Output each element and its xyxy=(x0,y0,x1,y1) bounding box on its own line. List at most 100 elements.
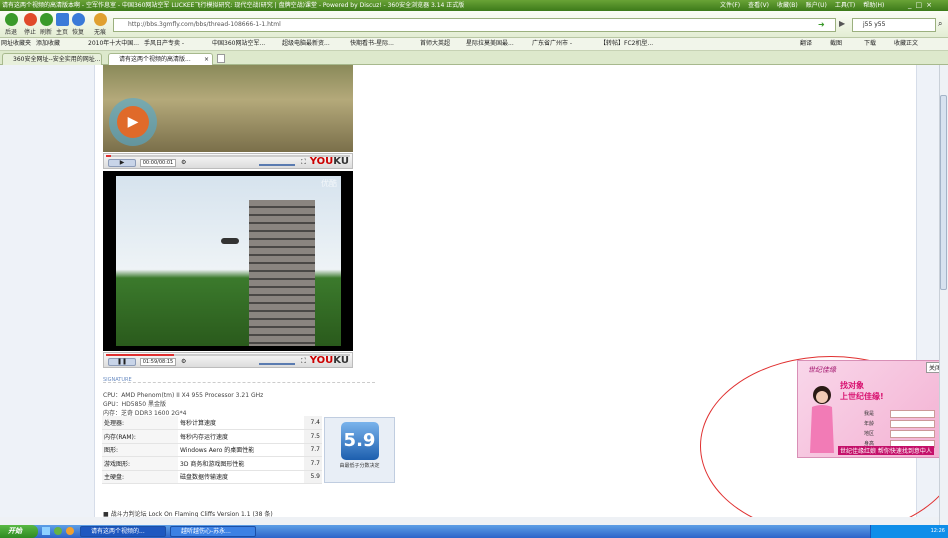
maximize-button[interactable]: □ xyxy=(916,0,923,11)
clock[interactable]: 12:26 xyxy=(931,528,945,534)
close-tab-icon[interactable]: × xyxy=(204,54,209,65)
restore-label: 恢复 xyxy=(71,29,84,36)
back-arrow-icon xyxy=(4,13,18,26)
incognito-button[interactable]: 无痕 xyxy=(90,13,110,36)
restore-icon xyxy=(71,13,85,26)
fav-item[interactable]: 超级电脑最新资... xyxy=(282,38,330,50)
desc-cell: 每秒内存运行速度 xyxy=(178,429,304,444)
go-icon[interactable]: ➜ xyxy=(818,20,825,29)
table-row: 图形: Windows Aero 的桌面性能 7.7 xyxy=(102,443,322,457)
fav-item[interactable]: 【转帖】FC2机型... xyxy=(600,38,653,50)
ad-gender-select[interactable] xyxy=(890,410,935,418)
address-bar[interactable]: http://bbs.3gmfly.com/bbs/thread-108666-… xyxy=(113,18,836,32)
ad-age-select[interactable] xyxy=(890,420,935,428)
incognito-icon xyxy=(93,13,107,26)
ad-region-select[interactable] xyxy=(890,430,935,438)
base-score-box: 5.9 由最低子分数决定 xyxy=(324,417,395,483)
scrollbar-thumb[interactable] xyxy=(940,95,947,290)
horizontal-scrollbar[interactable] xyxy=(0,517,939,525)
fullscreen-icon-2[interactable]: ⛶ xyxy=(301,357,306,366)
quicklaunch-desktop-icon[interactable] xyxy=(42,527,50,535)
menu-favorites[interactable]: 收藏(B) xyxy=(777,0,798,11)
component-cell: 游戏图形: xyxy=(102,456,178,471)
fullscreen-icon-1[interactable]: ⛶ xyxy=(301,158,306,167)
spec-cpu: CPU：AMD Phenom(tm) II X4 955 Processor 3… xyxy=(103,392,264,399)
fav-item[interactable]: 2010年十大中国... xyxy=(88,38,139,50)
fav-item[interactable]: 快期看书-星际... xyxy=(350,38,394,50)
volume-slider-2[interactable] xyxy=(259,359,295,365)
component-cell: 主硬盘: xyxy=(102,470,178,484)
logo-main: YOU xyxy=(309,355,334,366)
menu-tools[interactable]: 工具(T) xyxy=(835,0,855,11)
fav-item[interactable]: 广东省广州市 - xyxy=(532,38,572,50)
task-music[interactable]: 越听越伤心-苏永... xyxy=(170,526,256,537)
popup-ad[interactable]: 关闭 世纪佳缘 找对象 上世纪佳缘! 我是 年龄 地区 身高 世纪佳缘红娘 帮你… xyxy=(797,360,946,458)
menu-help[interactable]: 帮助(H) xyxy=(863,0,884,11)
score-cell: 7.4 xyxy=(304,416,322,430)
ad-form-fields xyxy=(890,410,935,448)
start-button[interactable]: 开始 xyxy=(0,525,38,538)
table-row: 内存(RAM): 每秒内存运行速度 7.5 xyxy=(102,429,322,444)
video-play-overlay[interactable]: ▶ xyxy=(109,98,157,146)
fav-item[interactable]: 网址收藏夹 xyxy=(1,38,31,50)
component-cell: 图形: xyxy=(102,443,178,457)
ad-model-image xyxy=(810,386,834,453)
taskbar: 开始 请有这两个视频的... 越听越伤心-苏永... 12:26 xyxy=(0,525,948,538)
save-text-button[interactable]: 收藏正文 xyxy=(894,38,918,50)
favorites-bar: 网址收藏夹 添加收藏 2010年十大中国... 手风日产专卖 - 中国360网站… xyxy=(0,38,948,51)
task-browser[interactable]: 请有这两个视频的... xyxy=(80,526,166,537)
tab-360-home[interactable]: 360安全网址--安全实用的网址... xyxy=(2,53,102,65)
ad-slogan: 找对象 上世纪佳缘! xyxy=(840,380,884,402)
youku-logo-1: YOUKU xyxy=(310,156,349,167)
menu-account[interactable]: 账户(U) xyxy=(806,0,827,11)
big-play-icon[interactable]: ▶ xyxy=(117,106,149,138)
new-tab-button[interactable] xyxy=(217,54,225,63)
video-player-2[interactable]: 优酷 xyxy=(103,171,353,351)
tab-bar: 360安全网址--安全实用的网址... 请有这两个视频的高清版... × xyxy=(0,51,948,65)
component-cell: 内存(RAM): xyxy=(102,429,178,444)
minimize-button[interactable]: _ xyxy=(908,0,912,11)
tab-label: 请有这两个视频的高清版... xyxy=(119,56,191,63)
fav-item[interactable]: 添加收藏 xyxy=(36,38,60,50)
stop-label: 停止 xyxy=(23,29,36,36)
restore-button[interactable]: 恢复 xyxy=(68,13,88,36)
fav-item[interactable]: 首师大英超 xyxy=(420,38,450,50)
search-input[interactable]: j55 y55 xyxy=(852,18,936,32)
close-window-button[interactable]: × xyxy=(926,0,932,11)
play-forward-icon[interactable]: ▶ xyxy=(839,19,845,28)
ad-footer[interactable]: 世纪佳缘红娘 帮你快速找到意中人 xyxy=(838,446,934,455)
incognito-label: 无痕 xyxy=(93,29,106,36)
menu-file[interactable]: 文件(F) xyxy=(720,0,740,11)
translate-button[interactable]: 翻译 xyxy=(800,38,812,50)
play-button-1[interactable]: ▶ xyxy=(108,159,136,167)
refresh-label: 刷新 xyxy=(39,29,52,36)
fav-item[interactable]: 星际拉莫美国最... xyxy=(466,38,514,50)
quicklaunch-browser-icon[interactable] xyxy=(54,527,62,535)
menu-bar: 文件(F) 查看(V) 收藏(B) 账户(U) 工具(T) 帮助(H) xyxy=(720,0,884,11)
volume-slider-1[interactable] xyxy=(259,160,295,166)
table-row: 处理器: 每秒计算速度 7.4 xyxy=(102,416,322,430)
fav-item[interactable]: 中国360网站空军... xyxy=(212,38,265,50)
pause-button-2[interactable]: ❚❚ xyxy=(108,358,136,366)
left-margin xyxy=(0,65,95,525)
screenshot-button[interactable]: 截图 xyxy=(830,38,842,50)
quicklaunch-player-icon[interactable] xyxy=(66,527,74,535)
tab-active-thread[interactable]: 请有这两个视频的高清版... × xyxy=(108,53,213,65)
video-time-1: 00:00/00:01 xyxy=(140,159,176,167)
building-image xyxy=(249,200,315,346)
logo-sub: KU xyxy=(333,355,349,366)
window-controls: _ □ × xyxy=(908,0,932,11)
settings-icon-2[interactable]: ⚙ xyxy=(181,358,186,365)
back-button[interactable]: 后退 xyxy=(1,13,21,36)
search-icon[interactable]: ⌕ xyxy=(938,19,942,29)
fav-item[interactable]: 手风日产专卖 - xyxy=(144,38,184,50)
menu-view[interactable]: 查看(V) xyxy=(748,0,769,11)
download-button[interactable]: 下载 xyxy=(864,38,876,50)
settings-icon-1[interactable]: ⚙ xyxy=(181,159,186,166)
video-player-1[interactable]: ▶ xyxy=(103,65,353,152)
video-controls-2: ❚❚ 01:59/08:15 ⚙ ⛶ YOUKU xyxy=(103,352,353,368)
performance-score-table: 处理器: 每秒计算速度 7.4 内存(RAM): 每秒内存运行速度 7.5 图形: Win… xyxy=(102,416,322,484)
table-row: 主硬盘: 磁盘数据传输速度 5.9 xyxy=(102,470,322,484)
video-progress-fill-1 xyxy=(106,155,111,157)
ad-slogan-line1: 找对象 xyxy=(840,381,864,390)
